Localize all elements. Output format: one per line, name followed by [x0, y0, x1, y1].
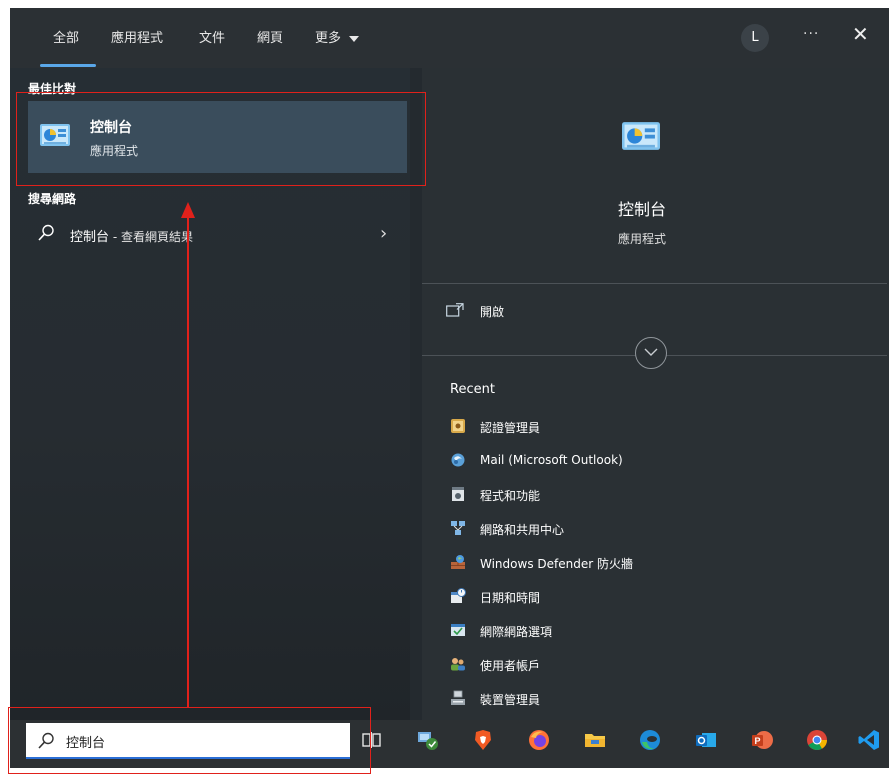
recent-item-label: 認證管理員 [480, 421, 541, 435]
firewall-icon [451, 555, 465, 569]
recent-item-label: Mail (Microsoft Outlook) [480, 453, 623, 467]
edge-icon[interactable] [638, 728, 662, 752]
recent-item[interactable]: Mail (Microsoft Outlook) [450, 450, 870, 476]
web-result-suffix: - 查看網頁結果 [109, 230, 193, 244]
open-icon [446, 303, 464, 317]
internet-options-icon [451, 624, 465, 636]
device-manager-icon [451, 690, 465, 705]
vscode-icon[interactable] [857, 728, 881, 752]
recent-item-label: Windows Defender 防火牆 [480, 557, 633, 571]
credential-manager-icon [451, 419, 465, 433]
user-accounts-icon [451, 658, 465, 671]
preview-subtitle: 應用程式 [617, 232, 666, 246]
highlight-box-search [8, 707, 371, 774]
firefox-icon[interactable] [527, 728, 551, 752]
svg-text:P: P [755, 736, 761, 746]
user-avatar[interactable]: L [741, 24, 769, 52]
expand-button[interactable] [635, 337, 667, 369]
file-explorer-icon[interactable] [583, 728, 607, 752]
caret-down-icon [349, 35, 360, 42]
open-label: 開啟 [480, 305, 505, 319]
recent-item[interactable]: Windows Defender 防火牆 [450, 552, 870, 578]
tab-more-label: 更多 [315, 31, 342, 46]
recent-heading: Recent [450, 382, 495, 397]
chrome-icon[interactable] [805, 728, 829, 752]
tab-bar: 全部 應用程式 文件 網頁 更多 L ··· ✕ [10, 8, 889, 68]
brave-icon[interactable] [471, 728, 495, 752]
recent-item[interactable]: 程式和功能 [450, 484, 870, 510]
recent-item[interactable]: 使用者帳戶 [450, 654, 870, 680]
network-sharing-icon [451, 521, 465, 535]
search-icon [38, 224, 54, 241]
chevron-down-icon [644, 348, 658, 356]
recent-item-label: 網際網路選項 [480, 625, 553, 639]
divider [422, 283, 887, 284]
web-result-query: 控制台 [70, 230, 110, 245]
web-search-result[interactable]: 控制台 - 查看網頁結果 › [28, 218, 407, 252]
outlook-icon[interactable] [694, 728, 718, 752]
recent-item-label: 網路和共用中心 [480, 523, 565, 537]
recent-item[interactable]: 網路和共用中心 [450, 518, 870, 544]
close-icon[interactable]: ✕ [852, 22, 869, 46]
preview-pane: 控制台 應用程式 開啟 Recent 認證管理員 Mail (Microsoft… [422, 68, 889, 720]
web-search-heading: 搜尋網路 [28, 192, 77, 206]
highlight-box-best-match [16, 92, 426, 186]
recent-item[interactable]: 日期和時間 [450, 586, 870, 612]
active-tab-indicator [40, 64, 96, 67]
recent-item[interactable]: 裝置管理員 [450, 688, 870, 714]
more-options-icon[interactable]: ··· [803, 26, 819, 42]
tab-all[interactable]: 全部 [53, 27, 79, 46]
date-time-icon [451, 588, 466, 603]
programs-features-icon [452, 487, 464, 501]
recent-item-label: 使用者帳戶 [480, 659, 541, 673]
powerpoint-icon[interactable]: P [750, 728, 774, 752]
recent-item-label: 日期和時間 [480, 591, 541, 605]
network-app-icon[interactable] [416, 728, 440, 752]
tab-documents[interactable]: 文件 [199, 27, 225, 46]
tab-more[interactable]: 更多 [315, 27, 360, 46]
recent-item-label: 裝置管理員 [480, 693, 541, 707]
recent-item[interactable]: 網際網路選項 [450, 620, 870, 646]
control-panel-icon [622, 122, 660, 150]
recent-item[interactable]: 認證管理員 [450, 416, 870, 442]
tab-apps[interactable]: 應用程式 [111, 27, 163, 46]
recent-item-label: 程式和功能 [480, 489, 541, 503]
preview-title: 控制台 [617, 200, 666, 219]
tab-web[interactable]: 網頁 [257, 27, 283, 46]
mail-icon [451, 453, 465, 467]
chevron-right-icon[interactable]: › [380, 223, 387, 244]
web-result-text: 控制台 - 查看網頁結果 [70, 226, 193, 245]
